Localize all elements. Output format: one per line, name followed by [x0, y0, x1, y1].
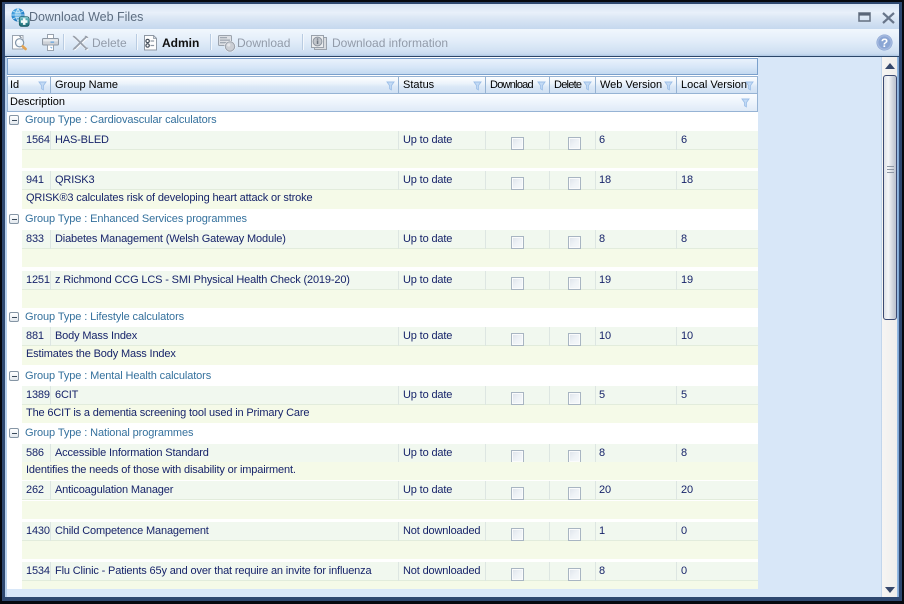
- svg-text:?: ?: [881, 36, 888, 50]
